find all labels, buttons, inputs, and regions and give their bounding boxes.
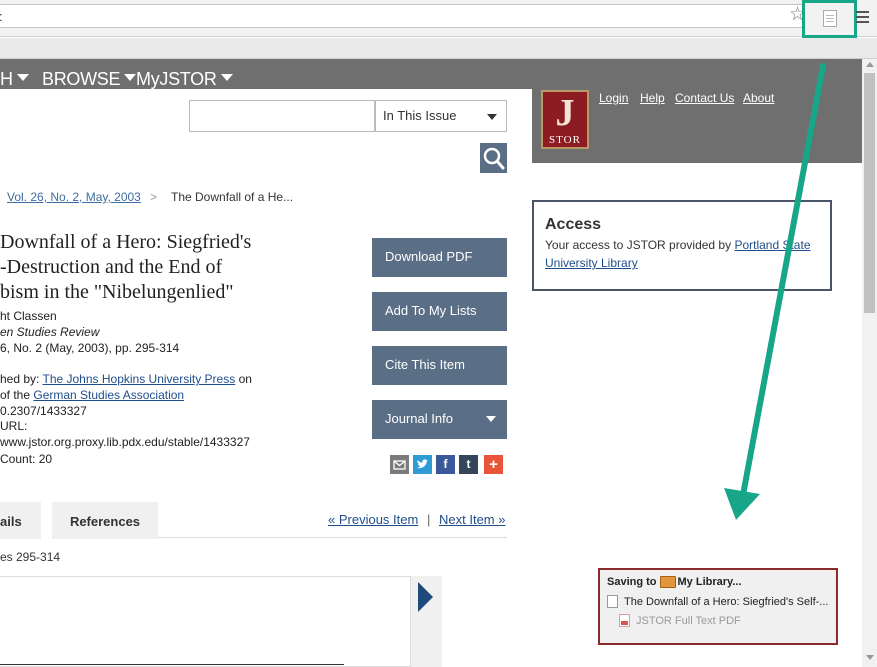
previous-item-link[interactable]: « Previous Item <box>328 512 418 527</box>
journal-info-label: Journal Info <box>385 411 453 426</box>
zotero-saving-popup: Saving to My Library... The Downfall of … <box>598 568 838 645</box>
pager-separator: | <box>427 512 431 527</box>
nav-myjstor-label: MyJSTOR <box>136 69 217 89</box>
association-prefix: of the <box>0 388 34 402</box>
nav-myjstor-menu[interactable]: MyJSTOR <box>136 69 233 90</box>
jstor-logo[interactable]: J STOR <box>541 90 589 149</box>
download-pdf-button[interactable]: Download PDF <box>372 238 507 277</box>
about-link[interactable]: About <box>743 91 774 105</box>
chevron-down-icon <box>124 74 137 81</box>
help-link[interactable]: Help <box>640 91 665 105</box>
library-link[interactable]: Portland State <box>734 238 810 252</box>
publisher-prefix: hed by: <box>0 372 43 386</box>
tab-divider <box>158 537 507 538</box>
access-box: Access Your access to JSTOR provided by … <box>532 200 832 291</box>
page-preview <box>0 576 411 667</box>
saving-header: Saving to My Library... <box>607 576 836 588</box>
add-to-lists-button[interactable]: Add To My Lists <box>372 292 507 331</box>
attachment-title: JSTOR Full Text PDF <box>636 614 741 627</box>
search-scope-select[interactable]: In This Issue <box>375 100 507 132</box>
library-name: My Library... <box>677 576 742 588</box>
page-count: Count: 20 <box>0 452 53 466</box>
nav-browse-menu[interactable]: BROWSE <box>42 69 137 90</box>
chevron-down-icon <box>486 416 496 422</box>
access-text-prefix: Your access to JSTOR provided by <box>545 238 735 252</box>
search-button[interactable] <box>480 143 507 173</box>
share-more-icon[interactable]: + <box>484 455 503 474</box>
article-title-line-2: -Destruction and the End of <box>0 256 223 278</box>
article-author: ht Classen <box>0 309 57 323</box>
address-text: : <box>0 9 3 24</box>
volume-info: 6, No. 2 (May, 2003), pp. 295-314 <box>0 341 180 355</box>
access-title: Access <box>545 216 602 233</box>
article-title-line-1: Downfall of a Hero: Siegfried's <box>0 231 252 253</box>
cite-item-button[interactable]: Cite This Item <box>372 346 507 385</box>
preview-rule <box>0 664 344 665</box>
access-text: Your access to JSTOR provided by Portlan… <box>545 236 830 272</box>
nav-search-menu[interactable]: H <box>0 69 29 90</box>
email-icon[interactable] <box>390 455 409 474</box>
publisher-suffix: on <box>235 372 252 386</box>
zotero-save-button[interactable] <box>802 0 857 38</box>
page-range: es 295-314 <box>0 550 61 564</box>
chevron-down-icon <box>487 114 497 120</box>
breadcrumb-separator: > <box>150 190 158 204</box>
twitter-icon[interactable] <box>413 455 432 474</box>
saving-attachment: JSTOR Full Text PDF <box>619 614 836 627</box>
publisher-line: hed by: The Johns Hopkins University Pre… <box>0 372 252 386</box>
tab-references-label: References <box>69 514 141 529</box>
bookmarks-bar <box>0 38 877 59</box>
saving-item-title: The Downfall of a Hero: Siegfried's Self… <box>624 595 829 608</box>
stable-url-label: URL: <box>0 419 28 433</box>
tumblr-icon[interactable]: t <box>459 455 478 474</box>
nav-browse-label: BROWSE <box>42 69 121 89</box>
journal-info-button[interactable]: Journal Info <box>372 400 507 439</box>
tab-details[interactable]: ails <box>0 502 41 539</box>
next-page-arrow-icon[interactable] <box>418 582 433 612</box>
search-scope-value: In This Issue <box>383 108 457 123</box>
nav-search-label: H <box>0 69 13 89</box>
stable-url: www.jstor.org.proxy.lib.pdx.edu/stable/1… <box>0 435 250 449</box>
facebook-icon[interactable]: f <box>436 455 455 474</box>
document-icon <box>607 595 618 608</box>
next-item-link[interactable]: Next Item » <box>439 512 505 527</box>
saving-label: Saving to <box>607 576 657 588</box>
breadcrumb-issue-link[interactable]: Vol. 26, No. 2, May, 2003 <box>7 190 141 204</box>
folder-icon <box>659 576 676 588</box>
scroll-up-arrow-icon[interactable] <box>866 62 874 67</box>
tab-references[interactable]: References <box>52 502 158 539</box>
document-icon <box>823 10 837 27</box>
cite-item-label: Cite This Item <box>385 357 465 372</box>
search-input[interactable] <box>189 100 375 132</box>
scroll-down-arrow-icon[interactable] <box>866 655 874 660</box>
article-title-line-3: bism in the "Nibelungenlied" <box>0 281 234 303</box>
pdf-icon <box>619 614 630 627</box>
saving-item: The Downfall of a Hero: Siegfried's Self… <box>607 595 836 608</box>
publisher-link[interactable]: The Johns Hopkins University Press <box>42 372 235 386</box>
address-bar[interactable]: : <box>0 4 814 28</box>
library-link-line-2[interactable]: University Library <box>545 256 638 270</box>
contact-us-link[interactable]: Contact Us <box>675 91 734 105</box>
scrollbar-thumb[interactable] <box>864 73 875 313</box>
chevron-down-icon <box>220 74 233 81</box>
logo-text: STOR <box>549 134 581 146</box>
tab-details-label: ails <box>0 514 22 529</box>
add-to-lists-label: Add To My Lists <box>385 303 477 318</box>
association-line: of the German Studies Association <box>0 388 184 402</box>
login-link[interactable]: Login <box>599 91 628 105</box>
logo-letter: J <box>555 92 575 134</box>
magnifier-icon <box>483 147 505 170</box>
breadcrumb-current: The Downfall of a He... <box>171 190 294 204</box>
doi: 0.2307/1433327 <box>0 404 87 418</box>
download-pdf-label: Download PDF <box>385 249 473 264</box>
association-link[interactable]: German Studies Association <box>33 388 184 402</box>
hamburger-menu-icon[interactable] <box>856 11 869 26</box>
chevron-down-icon <box>16 74 29 81</box>
journal-name: en Studies Review <box>0 325 100 339</box>
